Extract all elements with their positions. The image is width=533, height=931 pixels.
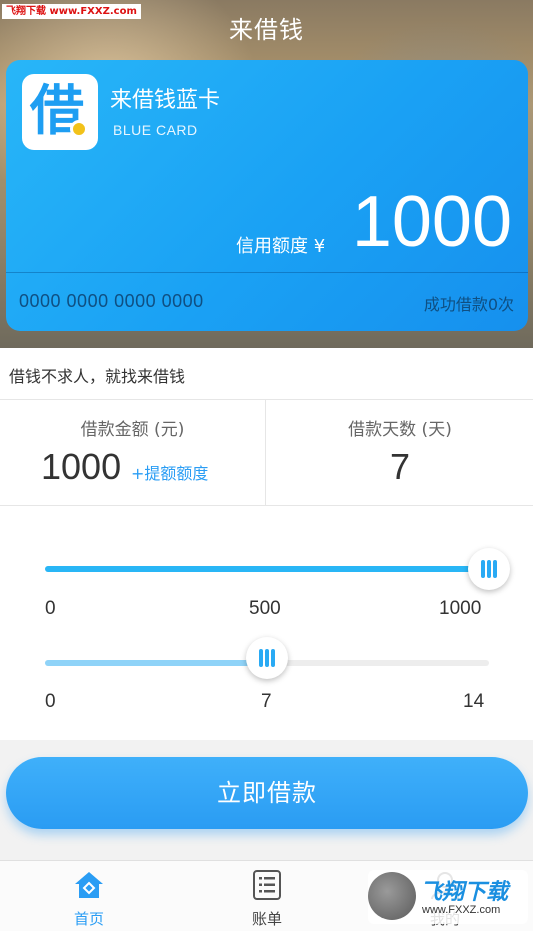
bill-list-icon xyxy=(253,870,281,900)
slogan-text: 借钱不求人，就找来借钱 xyxy=(9,367,186,386)
card-name: 来借钱蓝卡 xyxy=(110,88,221,113)
borrow-now-button[interactable]: 立即借款 xyxy=(6,757,528,829)
amount-slider-track[interactable] xyxy=(45,566,489,572)
tab-home-label: 首页 xyxy=(73,910,104,928)
days-slider-fill xyxy=(45,660,267,666)
app-title: 来借钱 xyxy=(229,16,304,44)
days-tick-min: 0 xyxy=(45,691,56,712)
loan-days-label: 借款天数 (天) xyxy=(348,420,452,440)
watermark-text: 飞翔下载 xyxy=(420,880,509,905)
coin-icon xyxy=(70,120,88,138)
tab-home[interactable]: 首页 xyxy=(0,861,178,931)
amount-tick-min: 0 xyxy=(45,598,56,619)
card-divider xyxy=(6,272,528,273)
tab-bills[interactable]: 账单 xyxy=(178,861,356,931)
credit-limit-amount: 1000 xyxy=(351,182,512,262)
grip-icon xyxy=(481,560,497,578)
card-subtitle: BLUE CARD xyxy=(113,122,198,138)
card-number: 0000 0000 0000 0000 xyxy=(19,291,204,311)
amount-slider-thumb[interactable] xyxy=(468,548,510,590)
days-tick-max: 14 xyxy=(463,691,485,712)
credit-limit-label: 信用额度 ¥ xyxy=(236,236,326,257)
amount-tick-max: 1000 xyxy=(439,598,482,619)
loan-amount-label: 借款金额 (元) xyxy=(80,420,185,440)
home-icon xyxy=(75,872,103,898)
loan-amount-panel: 借款金额 (元) 1000 +提额额度 xyxy=(0,400,266,506)
days-tick-mid: 7 xyxy=(261,691,272,712)
days-slider-thumb[interactable] xyxy=(246,637,288,679)
loan-days-value: 7 xyxy=(389,446,411,487)
loan-amount-value: 1000 xyxy=(41,446,122,487)
site-watermark-logo: 飞翔下载 www.FXXZ.com xyxy=(368,870,528,924)
slider-section: 0 500 1000 0 7 14 xyxy=(0,506,533,740)
credit-card: 借 来借钱蓝卡 BLUE CARD 信用额度 ¥ 1000 0000 0000 … xyxy=(6,60,528,331)
watermark-url: www.FXXZ.com xyxy=(422,904,501,916)
slogan-bar: 借钱不求人，就找来借钱 xyxy=(0,348,533,400)
loan-summary: 借款金额 (元) 1000 +提额额度 借款天数 (天) 7 xyxy=(0,400,533,506)
loan-count-status: 成功借款0次 xyxy=(423,295,514,314)
app-logo-icon: 借 xyxy=(22,74,98,150)
amount-slider-fill xyxy=(45,566,489,572)
tab-bills-label: 账单 xyxy=(251,910,282,928)
raise-limit-link[interactable]: +提额额度 xyxy=(131,460,208,484)
loan-days-panel: 借款天数 (天) 7 xyxy=(267,400,533,506)
amount-tick-mid: 500 xyxy=(249,598,281,619)
grip-icon xyxy=(259,649,275,667)
watermark-emblem-icon xyxy=(368,872,416,920)
